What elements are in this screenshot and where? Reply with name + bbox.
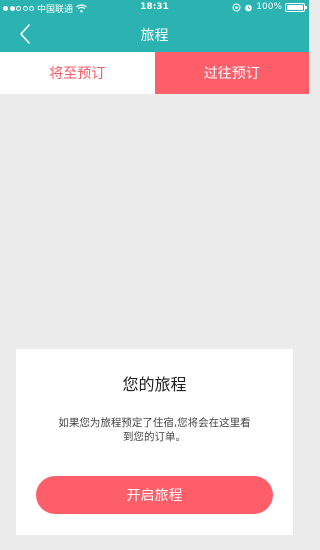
- tab-upcoming-bookings[interactable]: 将至预订: [0, 52, 155, 94]
- rotation-lock-icon: [232, 3, 241, 11]
- page-title: 旅程: [140, 28, 169, 44]
- start-trip-button[interactable]: 开启旅程: [36, 476, 273, 514]
- status-right: 100%: [232, 2, 307, 12]
- battery-icon: [285, 2, 307, 12]
- navigation-bar: 旅程: [0, 16, 309, 52]
- booking-tabs: 将至预订 过往预订: [0, 52, 309, 94]
- battery-percentage: 100%: [256, 2, 282, 12]
- tab-past-bookings[interactable]: 过往预订: [154, 52, 309, 94]
- card-description: 如果您为旅程预定了住宿,您将会在这里看到您的订单。: [58, 417, 251, 443]
- empty-trip-card: 您的旅程 如果您为旅程预定了住宿,您将会在这里看到您的订单。 开启旅程: [16, 349, 293, 535]
- card-title: 您的旅程: [122, 375, 187, 394]
- status-bar: 中国联通 18:31 100%: [0, 0, 309, 16]
- alarm-icon: [245, 4, 253, 11]
